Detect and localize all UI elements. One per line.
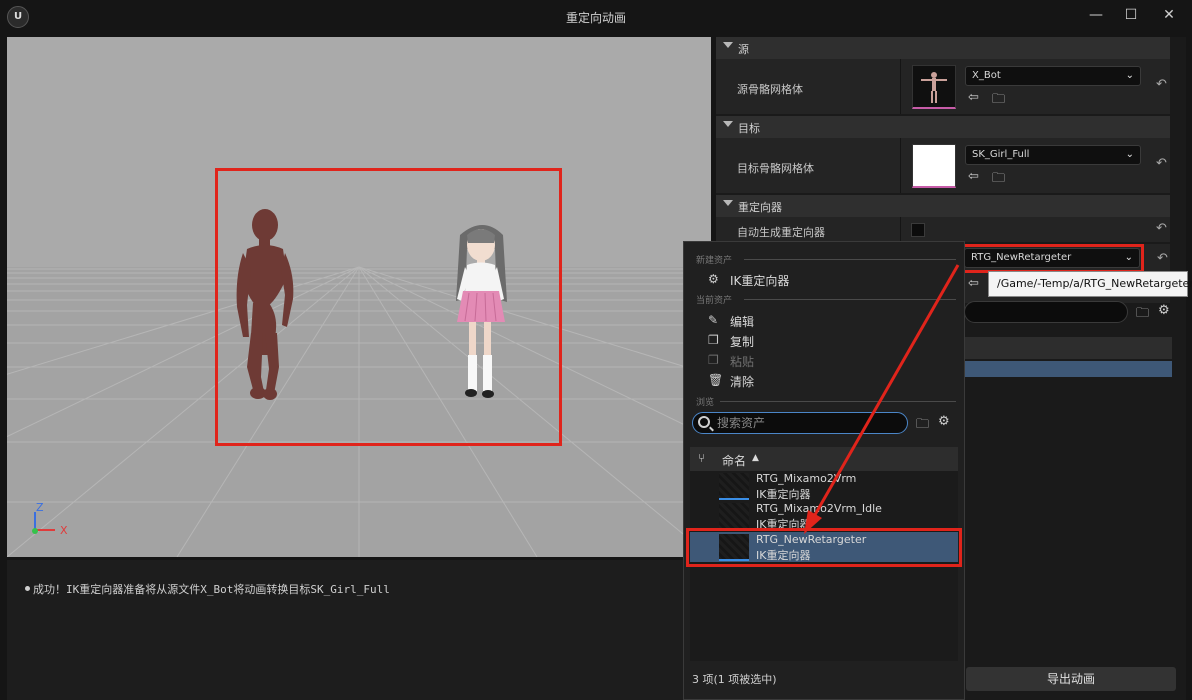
edit-icon: ✎ [708, 313, 719, 327]
target-mesh-row: 目标骨骼网格体 SK_Girl_Full ⌄ ⇦ 🗀 ↶ [716, 138, 1170, 194]
asset-list: RTG_Mixamo2Vrm IK重定向器 RTG_Mixamo2Vrm_Idl… [686, 471, 962, 661]
source-mesh-combo[interactable]: X_Bot ⌄ [965, 66, 1141, 86]
minimize-button[interactable]: — [1082, 4, 1110, 26]
browse-folder-icon[interactable]: 🗀 [992, 90, 1005, 112]
asset-name: RTG_Mixamo2Vrm [756, 472, 857, 485]
panel-scrollbar[interactable] [1172, 37, 1184, 597]
expand-arrow-icon [723, 200, 733, 206]
title-bar: U 重定向动画 — ☐ ✕ [0, 0, 1192, 34]
target-section-header[interactable]: 目标 [716, 116, 1170, 138]
close-button[interactable]: ✕ [1155, 4, 1183, 26]
new-ik-retargeter-item[interactable]: IK重定向器 [730, 272, 789, 289]
source-mesh-thumbnail[interactable] [912, 65, 956, 109]
paste-menu-item: 粘贴 [730, 355, 755, 369]
asset-search-input[interactable]: 搜索资产 [692, 412, 908, 434]
asset-name: RTG_Mixamo2Vrm_Idle [756, 502, 882, 515]
asset-type: IK重定向器 [756, 488, 811, 501]
ik-retargeter-icon: ⚙ [708, 272, 719, 286]
search-icon [698, 416, 710, 428]
target-section-label: 目标 [738, 122, 760, 135]
axis-x-label: X [60, 524, 68, 537]
browse-section-label: 浏览 [696, 398, 715, 408]
chevron-down-icon: ⌄ [1125, 70, 1134, 81]
current-asset-section-label: 当前资产 [696, 296, 733, 306]
preview-viewport[interactable]: Z X [7, 37, 711, 557]
sort-ascending-icon: ▲ [752, 453, 759, 463]
source-mesh-label: 源骨骼网格体 [737, 83, 803, 96]
retargeter-section-header[interactable]: 重定向器 [716, 195, 1170, 217]
target-mesh-value: SK_Girl_Full [972, 149, 1030, 160]
selected-asset-highlight-box [686, 528, 962, 567]
browse-folder-icon[interactable]: 🗀 [992, 169, 1005, 191]
panel-search-input[interactable] [964, 301, 1128, 323]
copy-menu-item[interactable]: 复制 [730, 333, 754, 350]
panel-list-header [964, 337, 1180, 359]
use-selected-icon[interactable]: ⇦ [968, 169, 979, 184]
log-message: 成功！IK重定向器准备将从源文件X_Bot将动画转换目标SK_Girl_Full [33, 583, 390, 596]
target-mesh-label: 目标骨骼网格体 [737, 162, 814, 175]
export-animation-button[interactable]: 导出动画 [966, 667, 1176, 691]
maximize-button[interactable]: ☐ [1117, 4, 1145, 26]
edit-menu-item[interactable]: 编辑 [730, 313, 754, 330]
settings-gear-icon[interactable]: ⚙ [1158, 303, 1170, 318]
settings-gear-icon[interactable]: ⚙ [938, 414, 950, 429]
asset-path-tooltip: /Game/-Temp/a/RTG_NewRetargeter [988, 271, 1192, 297]
folder-icon[interactable]: 🗀 [1136, 304, 1149, 326]
output-log: 成功！IK重定向器准备将从源文件X_Bot将动画转换目标SK_Girl_Full [7, 560, 687, 700]
asset-thumbnail [719, 503, 749, 529]
axis-z-label: Z [36, 501, 44, 514]
reset-icon[interactable]: ↶ [1156, 77, 1167, 92]
copy-icon: ❐ [708, 333, 719, 347]
asset-list-header[interactable]: ⑂ 命名 ▲ [690, 447, 958, 471]
target-mesh-combo[interactable]: SK_Girl_Full ⌄ [965, 145, 1141, 165]
reset-icon[interactable]: ↶ [1156, 221, 1167, 236]
panel-list-selected-row[interactable] [964, 361, 1180, 377]
chevron-down-icon: ⌄ [1125, 149, 1134, 160]
source-mesh-row: 源骨骼网格体 X_Bot ⌄ ⇦ 🗀 ↶ [716, 59, 1170, 115]
log-bullet [25, 586, 30, 591]
clear-menu-item[interactable]: 清除 [730, 373, 754, 390]
expand-arrow-icon [723, 121, 733, 127]
new-asset-section-label: 新建资产 [696, 256, 733, 266]
retargeter-highlight-box [960, 244, 1144, 273]
source-mesh-value: X_Bot [972, 70, 1001, 81]
auto-generate-row: 自动生成重定向器 ↶ [716, 217, 1170, 243]
retarget-animation-window: U 重定向动画 — ☐ ✕ Z X 成功！IK重定向器准备将从源文件X_Bot将… [0, 0, 1192, 700]
expand-arrow-icon [723, 42, 733, 48]
paste-icon: ❐ [708, 353, 719, 367]
reset-icon[interactable]: ↶ [1156, 156, 1167, 171]
retargeter-section-label: 重定向器 [738, 201, 782, 214]
folder-icon[interactable]: 🗀 [916, 415, 929, 437]
reset-icon[interactable]: ↶ [1157, 251, 1168, 266]
asset-picker-popup: 新建资产 ⚙ IK重定向器 当前资产 ✎ 编辑 ❐ 复制 ❐ 粘贴 🗑 清除 浏… [683, 241, 965, 700]
trash-icon: 🗑 [708, 373, 724, 387]
use-selected-icon[interactable]: ⇦ [968, 276, 979, 291]
asset-row[interactable]: RTG_Mixamo2Vrm_Idle IK重定向器 [690, 501, 958, 531]
asset-row[interactable]: RTG_Mixamo2Vrm IK重定向器 [690, 471, 958, 501]
window-title: 重定向动画 [565, 11, 626, 25]
selection-count: 3 项(1 项被选中) [692, 673, 777, 686]
source-section-header[interactable]: 源 [716, 37, 1170, 59]
asset-thumbnail [719, 473, 749, 499]
auto-generate-checkbox[interactable] [911, 223, 925, 237]
branch-icon: ⑂ [698, 451, 706, 465]
auto-generate-label: 自动生成重定向器 [737, 226, 825, 239]
source-section-label: 源 [738, 43, 749, 56]
name-column-header[interactable]: 命名 [722, 452, 746, 469]
target-mesh-thumbnail[interactable] [912, 144, 956, 188]
characters-highlight-box [215, 168, 562, 446]
use-selected-icon[interactable]: ⇦ [968, 90, 979, 105]
